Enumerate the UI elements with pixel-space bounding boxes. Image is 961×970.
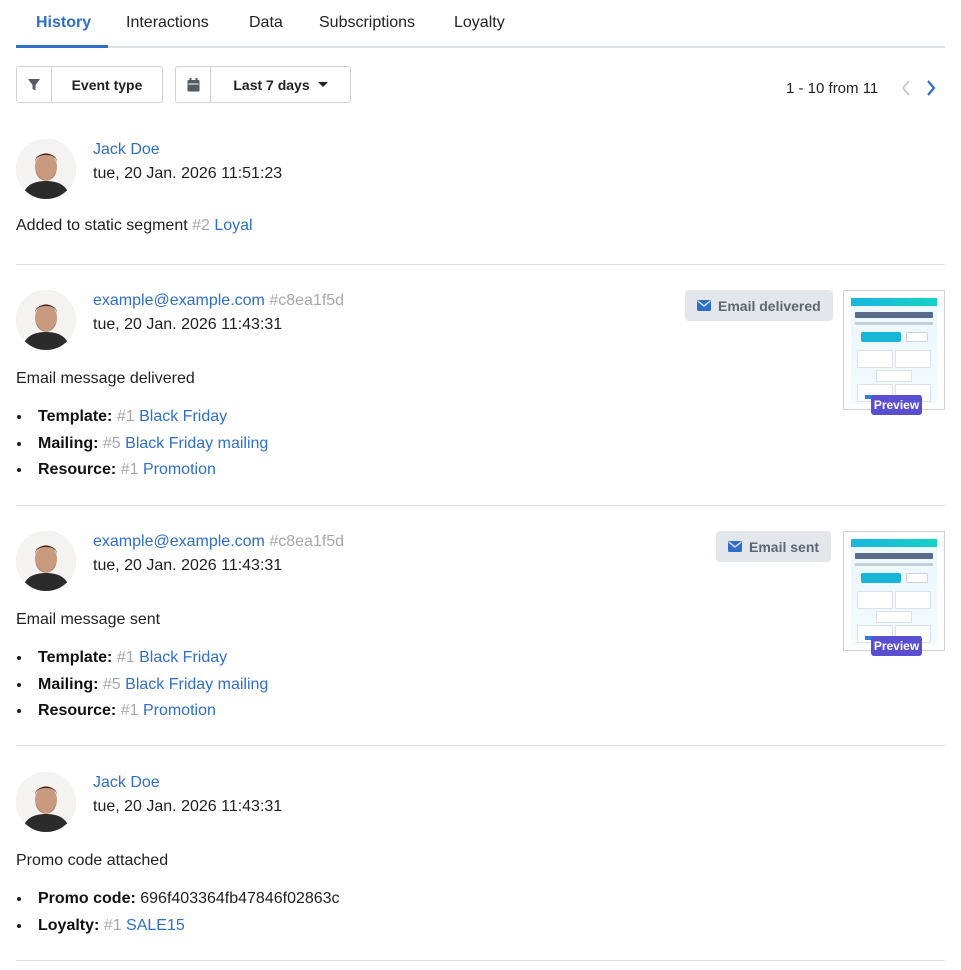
history-event: Jack Doe tue, 20 Jan. 2026 11:51:23 Adde… [16,139,945,249]
event-properties: Template: #1 Black Friday Mailing: #5 Bl… [16,648,268,728]
status-badge: Email sent [716,531,832,562]
list-item: Mailing: #5 Black Friday mailing [16,434,268,461]
period-label: Last 7 days [233,76,310,93]
envelope-icon [728,541,742,552]
envelope-icon [697,300,711,311]
tab-history[interactable]: History [36,14,91,32]
divider [16,745,945,746]
event-type-label: Event type [71,76,143,93]
actor-link[interactable]: example@example.com [93,533,265,550]
event-timestamp: tue, 20 Jan. 2026 11:43:31 [93,798,283,815]
event-timestamp: tue, 20 Jan. 2026 11:43:31 [93,316,283,333]
event-description: Promo code attached [16,852,169,869]
chevron-right-icon[interactable] [923,78,939,98]
avatar [16,290,76,350]
email-preview-thumbnail[interactable] [843,290,945,410]
caret-down-icon [317,82,328,87]
resource-link[interactable]: Promotion [143,461,216,478]
event-properties: Template: #1 Black Friday Mailing: #5 Bl… [16,407,268,487]
pager-count: 1 - 10 from 11 [786,80,879,97]
resource-link[interactable]: Promotion [143,702,216,719]
mailing-link[interactable]: Black Friday mailing [125,676,268,693]
list-item: Resource: #1 Promotion [16,701,268,728]
promo-code-value: 696f403364fb47846f02863c [140,890,340,907]
segment-link[interactable]: Loyal [214,217,252,234]
event-timestamp: tue, 20 Jan. 2026 11:43:31 [93,557,283,574]
actor-link[interactable]: Jack Doe [93,774,160,792]
mailing-link[interactable]: Black Friday mailing [125,435,268,452]
tab-interactions[interactable]: Interactions [126,14,209,32]
email-preview-thumbnail[interactable] [843,531,945,651]
list-item: Template: #1 Black Friday [16,648,268,675]
calendar-icon [176,67,211,102]
preview-button[interactable]: Preview [871,395,922,415]
tab-loyalty[interactable]: Loyalty [454,14,505,32]
history-event: Jack Doe tue, 20 Jan. 2026 11:43:31 Prom… [16,772,945,952]
event-properties: Promo code: 696f403364fb47846f02863c Loy… [16,889,340,942]
tab-data[interactable]: Data [249,14,283,32]
actor-id: #c8ea1f5d [269,292,345,309]
divider [16,505,945,506]
tab-bar: History Interactions Data Subscriptions … [16,0,945,48]
list-item: Template: #1 Black Friday [16,407,268,434]
list-item: Promo code: 696f403364fb47846f02863c [16,889,340,916]
chevron-left-icon[interactable] [898,78,914,98]
event-timestamp: tue, 20 Jan. 2026 11:51:23 [93,165,283,182]
history-event: example@example.com #c8ea1f5d tue, 20 Ja… [16,290,945,490]
segment-id: #2 [192,217,210,234]
active-tab-indicator [16,45,108,48]
list-item: Mailing: #5 Black Friday mailing [16,675,268,702]
preview-button[interactable]: Preview [871,636,922,656]
history-event: example@example.com #c8ea1f5d tue, 20 Ja… [16,531,945,731]
template-link[interactable]: Black Friday [139,408,227,425]
actor-link[interactable]: Jack Doe [93,141,160,159]
loyalty-link[interactable]: SALE15 [126,917,185,934]
period-dropdown[interactable]: Last 7 days [175,66,351,103]
event-description: Added to static segment #2 Loyal [16,217,253,234]
list-item: Resource: #1 Promotion [16,460,268,487]
avatar [16,139,76,199]
actor-id: #c8ea1f5d [269,533,345,550]
funnel-icon [17,67,52,102]
avatar [16,531,76,591]
event-description: Email message delivered [16,370,195,387]
template-link[interactable]: Black Friday [139,649,227,666]
divider [16,960,945,961]
list-item: Loyalty: #1 SALE15 [16,916,340,943]
event-description: Email message sent [16,611,161,628]
status-badge: Email delivered [685,290,833,321]
actor-link[interactable]: example@example.com [93,292,265,309]
avatar [16,772,76,832]
event-type-filter[interactable]: Event type [16,66,163,103]
divider [16,264,945,265]
tab-subscriptions[interactable]: Subscriptions [319,14,415,32]
